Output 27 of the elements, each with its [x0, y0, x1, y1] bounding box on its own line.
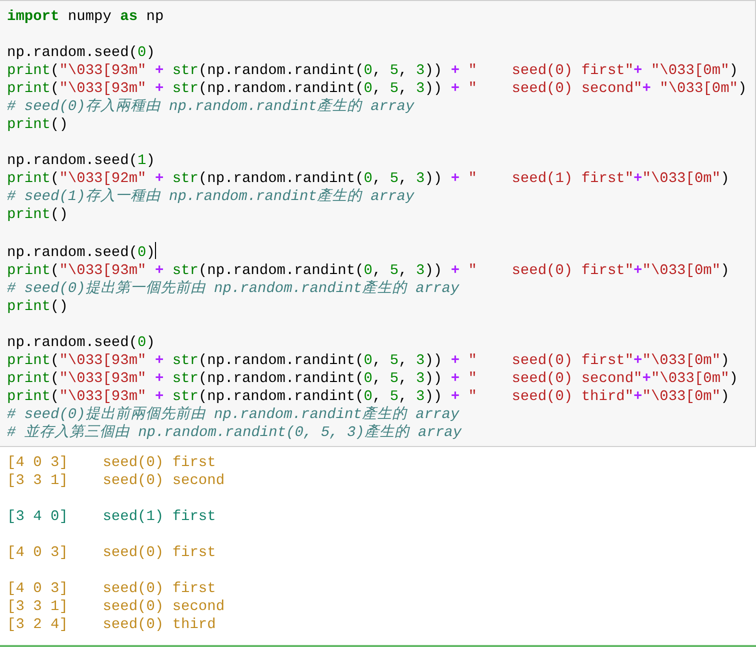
output-line: [3 3 1] seed(0) second	[7, 598, 225, 616]
code-comment: # seed(1)存入一種由 np.random.randint產生的 array	[7, 188, 414, 206]
code-comment: # seed(0)提出第一個先前由 np.random.randint產生的 array	[7, 280, 460, 298]
code-comment: # seed(0)提出前兩個先前由 np.random.randint產生的 array	[7, 406, 460, 424]
code-line: print("\033[93m" + str(np.random.randint(0, 5, 3)) + " seed(0) second"+"\033[0m")	[7, 370, 738, 388]
code-line: import numpy as np	[7, 8, 164, 26]
code-line: np.random.seed(0)	[7, 334, 155, 352]
code-line: print()	[7, 206, 68, 224]
code-line: print()	[7, 116, 68, 134]
code-line: print("\033[93m" + str(np.random.randint(0, 5, 3)) + " seed(0) second"+ "\033[0m")	[7, 80, 747, 98]
code-comment: # seed(0)存入兩種由 np.random.randint產生的 array	[7, 98, 414, 116]
code-line: print("\033[93m" + str(np.random.randint(0, 5, 3)) + " seed(0) first"+"\033[0m")	[7, 262, 730, 280]
code-line: print()	[7, 298, 68, 316]
output-line: [3 4 0] seed(1) first	[7, 508, 216, 526]
code-line: np.random.seed(0)	[7, 44, 155, 62]
code-line: print("\033[93m" + str(np.random.randint(0, 5, 3)) + " seed(0) first"+"\033[0m")	[7, 352, 730, 370]
code-comment: # 並存入第三個由 np.random.randint(0, 5, 3)產生的 array	[7, 424, 462, 442]
code-line: print("\033[93m" + str(np.random.randint(0, 5, 3)) + " seed(0) first"+ "\033[0m")	[7, 62, 738, 80]
code-line: np.random.seed(0)	[7, 242, 156, 262]
output-line: [4 0 3] seed(0) first	[7, 454, 216, 472]
output-line: [3 3 1] seed(0) second	[7, 472, 225, 490]
code-line: np.random.seed(1)	[7, 152, 155, 170]
output-line: [3 2 4] seed(0) third	[7, 616, 216, 634]
output-line: [4 0 3] seed(0) first	[7, 544, 216, 562]
code-line: print("\033[93m" + str(np.random.randint(0, 5, 3)) + " seed(0) third"+"\033[0m")	[7, 388, 730, 406]
output-line: [4 0 3] seed(0) first	[7, 580, 216, 598]
code-line: print("\033[92m" + str(np.random.randint(0, 5, 3)) + " seed(1) first"+"\033[0m")	[7, 170, 730, 188]
